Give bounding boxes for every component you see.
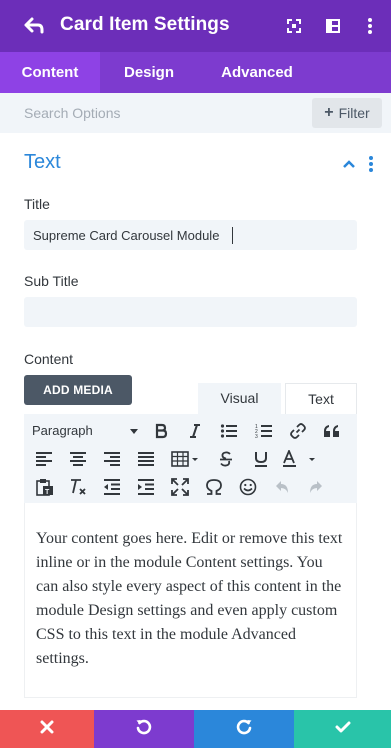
more-icon[interactable] [360,16,380,36]
bullet-list-icon[interactable] [218,420,240,442]
fullscreen-editor-icon[interactable] [169,476,191,498]
underline-icon[interactable] [250,448,272,470]
tab-content[interactable]: Content [0,52,100,93]
clear-formatting-icon[interactable] [67,476,89,498]
link-icon[interactable] [287,420,309,442]
undo-editor-icon[interactable] [271,476,293,498]
emoji-icon[interactable] [237,476,259,498]
title-label: Title [24,196,50,212]
page-title: Card Item Settings [60,14,230,35]
redo-editor-icon[interactable] [305,476,327,498]
paste-text-icon[interactable]: T [34,476,56,498]
subtitle-label: Sub Title [24,273,79,289]
section-more-icon[interactable] [367,155,375,173]
redo-icon [235,718,253,741]
chevron-down-icon [130,429,138,434]
align-right-icon[interactable] [101,448,123,470]
section-title[interactable]: Text [24,151,61,174]
close-icon [40,720,54,739]
filter-label: Filter [338,105,370,121]
check-icon [335,720,351,739]
filter-button[interactable]: + Filter [312,98,382,128]
back-arrow-icon[interactable] [22,14,46,38]
format-select[interactable]: Paragraph [32,420,140,442]
undo-button[interactable] [94,710,194,748]
content-editor[interactable]: Your content goes here. Edit or remove t… [24,503,357,698]
footer-actions [0,710,391,748]
special-character-icon[interactable] [203,476,225,498]
search-bar: + Filter [0,93,391,133]
save-button[interactable] [294,710,391,748]
content-label: Content [24,351,74,367]
align-center-icon[interactable] [67,448,89,470]
fullscreen-icon[interactable] [284,16,304,36]
title-field[interactable] [24,220,357,250]
tab-advanced[interactable]: Advanced [198,52,316,93]
editor-tab-visual[interactable]: Visual [198,383,281,414]
redo-button[interactable] [194,710,294,748]
strikethrough-icon[interactable] [215,448,237,470]
split-view-icon[interactable] [323,16,343,36]
text-color-icon[interactable] [282,448,318,470]
blockquote-icon[interactable] [321,420,343,442]
svg-text:3: 3 [255,434,258,439]
text-caret [232,227,233,244]
table-icon[interactable] [170,448,202,470]
outdent-icon[interactable] [101,476,123,498]
plus-icon: + [324,104,334,121]
italic-icon[interactable] [184,420,206,442]
editor-tab-text[interactable]: Text [285,383,357,414]
numbered-list-icon[interactable]: 123 [253,420,275,442]
subtitle-field[interactable] [24,297,357,327]
add-media-button[interactable]: ADD MEDIA [24,375,132,405]
align-justify-icon[interactable] [135,448,157,470]
settings-tabs: Content Design Advanced [0,52,391,93]
editor-toolbar: Paragraph 123 T [24,414,357,503]
bold-icon[interactable] [150,420,172,442]
svg-text:T: T [45,489,50,496]
indent-icon[interactable] [135,476,157,498]
tab-design[interactable]: Design [100,52,198,93]
format-select-value: Paragraph [32,423,93,438]
align-left-icon[interactable] [33,448,55,470]
undo-icon [135,718,153,741]
discard-button[interactable] [0,710,94,748]
chevron-up-icon[interactable] [341,157,357,171]
search-input[interactable] [24,103,294,123]
settings-header: Card Item Settings [0,0,391,52]
